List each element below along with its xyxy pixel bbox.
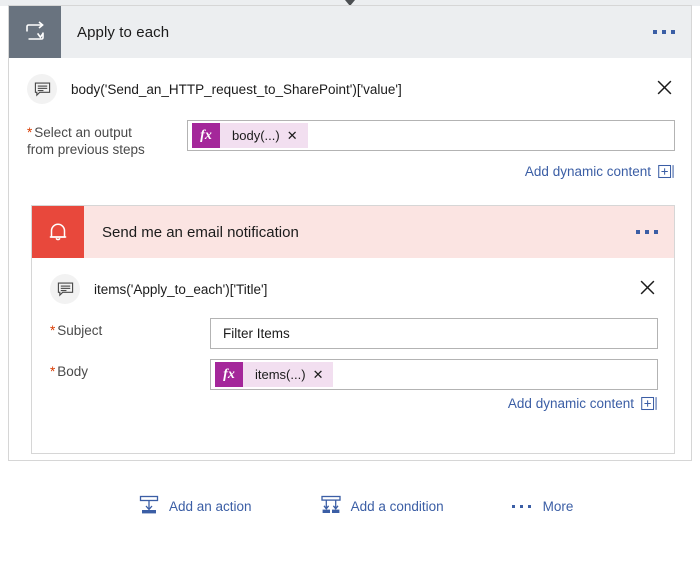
fx-icon: fx [192, 123, 220, 148]
body-expression-token[interactable]: fx body(...) ✕ [192, 123, 308, 148]
subject-label-text: Subject [57, 323, 103, 338]
body-input[interactable]: fx items(...) ✕ [210, 359, 658, 390]
send-email-menu-button[interactable] [634, 224, 660, 240]
insert-content-icon [641, 396, 658, 411]
fx-icon: fx [215, 362, 243, 387]
email-add-dynamic-content-label: Add dynamic content [507, 396, 634, 411]
email-add-dynamic-content-button[interactable]: Add dynamic content [508, 396, 658, 411]
email-expression-text: items('Apply_to_each')['Title'] [94, 281, 268, 297]
add-an-action-button[interactable]: Add an action [138, 494, 252, 519]
nested-action-wrapper: Send me an email notification items('App… [9, 179, 691, 454]
add-action-icon [138, 494, 160, 519]
menu-dot [645, 230, 649, 234]
menu-dot [671, 30, 675, 34]
more-button[interactable]: More [511, 499, 574, 514]
more-dot [519, 505, 523, 508]
loop-add-dynamic-content-label: Add dynamic content [524, 164, 651, 179]
required-asterisk: * [27, 125, 33, 140]
bell-notification-icon [32, 206, 84, 258]
add-a-condition-button[interactable]: Add a condition [320, 494, 444, 519]
add-condition-icon [320, 494, 342, 519]
select-output-label-line1: Select an output [34, 125, 132, 140]
body-field-row: * Body fx items(...) ✕ [32, 349, 674, 390]
more-dots-icon [511, 505, 531, 508]
token-label: body(...) [232, 128, 280, 143]
add-an-action-label: Add an action [169, 499, 252, 514]
body-label-text: Body [57, 364, 89, 379]
select-output-field-row: * Select an output from previous steps fx… [9, 116, 691, 158]
add-a-condition-label: Add a condition [350, 499, 444, 514]
token-remove-icon[interactable]: ✕ [313, 368, 334, 381]
subject-input[interactable]: Filter Items [210, 318, 658, 349]
required-asterisk: * [50, 323, 56, 338]
apply-to-each-card: Apply to each body('Send_an_HTTP_request [8, 5, 692, 461]
menu-dot [662, 30, 666, 34]
subject-field-row: * Subject Filter Items [32, 316, 674, 349]
flow-designer-canvas: Apply to each body('Send_an_HTTP_request [0, 0, 700, 565]
send-email-body: items('Apply_to_each')['Title'] * Subject [32, 258, 674, 453]
email-expression-row: items('Apply_to_each')['Title'] [32, 258, 674, 316]
loop-expression-row: body('Send_an_HTTP_request_to_SharePoint… [9, 58, 691, 116]
loop-add-dynamic-content-row: Add dynamic content [9, 158, 691, 179]
loop-expression-close-icon[interactable] [653, 76, 675, 98]
loop-expression-text: body('Send_an_HTTP_request_to_SharePoint… [71, 81, 402, 97]
apply-to-each-title: Apply to each [77, 23, 170, 41]
token-remove-icon[interactable]: ✕ [287, 129, 308, 142]
apply-to-each-header[interactable]: Apply to each [9, 6, 691, 58]
send-email-title: Send me an email notification [102, 223, 299, 241]
select-output-label: * Select an output from previous steps [27, 120, 187, 158]
send-email-notification-card: Send me an email notification items('App… [31, 205, 675, 454]
required-asterisk: * [50, 364, 56, 379]
menu-dot [654, 230, 658, 234]
select-output-input[interactable]: fx body(...) ✕ [187, 120, 675, 151]
more-dot [511, 505, 515, 508]
apply-to-each-body: body('Send_an_HTTP_request_to_SharePoint… [9, 58, 691, 460]
subject-control: Filter Items [210, 318, 658, 349]
items-expression-token[interactable]: fx items(...) ✕ [215, 362, 334, 387]
loop-add-dynamic-content-button[interactable]: Add dynamic content [525, 164, 675, 179]
body-control: fx items(...) ✕ [210, 359, 658, 390]
comment-bubble-icon [27, 74, 57, 104]
more-dot [527, 505, 531, 508]
subject-label: * Subject [50, 318, 210, 339]
select-output-label-line2: from previous steps [27, 142, 145, 157]
menu-dot [636, 230, 640, 234]
menu-dot [653, 30, 657, 34]
select-output-control: fx body(...) ✕ [187, 120, 675, 151]
insert-content-icon [658, 164, 675, 179]
email-expression-close-icon[interactable] [636, 276, 658, 298]
email-add-dynamic-content-row: Add dynamic content [32, 390, 674, 411]
token-label: items(...) [255, 367, 306, 382]
apply-to-each-menu-button[interactable] [651, 24, 677, 40]
body-label: * Body [50, 359, 210, 380]
loop-repeat-icon [9, 6, 61, 58]
bottom-action-strip: Add an action Add a condition More [0, 494, 700, 519]
send-email-header[interactable]: Send me an email notification [32, 206, 674, 258]
subject-value: Filter Items [223, 326, 290, 341]
comment-bubble-icon [50, 274, 80, 304]
more-label: More [542, 499, 574, 514]
